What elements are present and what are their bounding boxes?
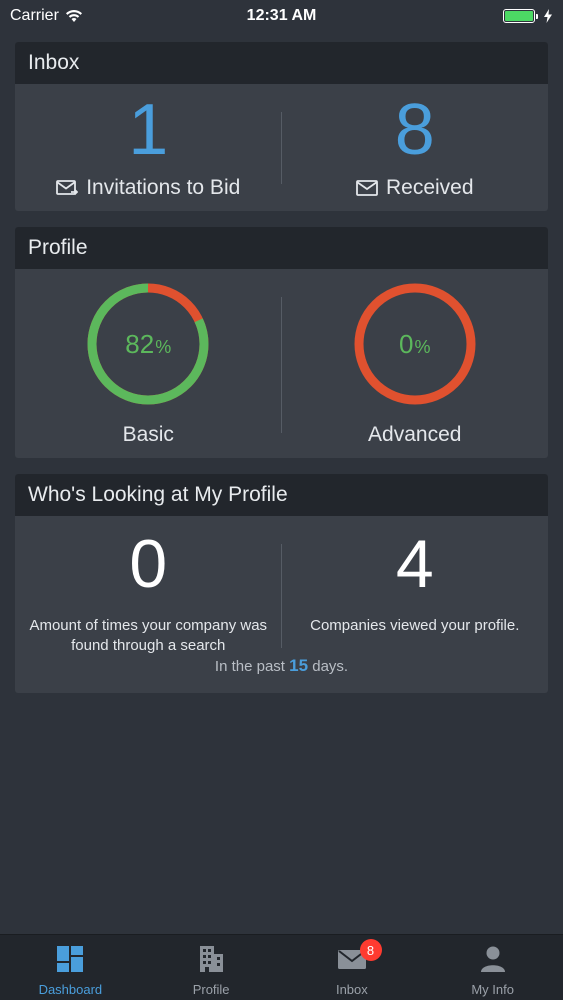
advanced-label: Advanced <box>368 423 462 446</box>
battery-icon <box>503 9 538 23</box>
time-range-prefix: In the past <box>214 658 285 675</box>
tab-inbox[interactable]: 8 Inbox <box>282 935 423 1000</box>
whos-looking-card-title: Who's Looking at My Profile <box>15 474 548 516</box>
basic-profile-column[interactable]: 82% Basic <box>15 269 282 458</box>
tab-bar: Dashboard Profile 8 Inbox My Info <box>0 934 563 1000</box>
tab-dashboard[interactable]: Dashboard <box>0 935 141 1000</box>
advanced-profile-column[interactable]: 0% Advanced <box>282 269 549 458</box>
advanced-progress-ring: 0% <box>352 281 478 407</box>
time-range-text: In the past 15 days. <box>15 656 548 676</box>
whos-looking-card: Who's Looking at My Profile 0 Amount of … <box>15 474 548 693</box>
received-label: Received <box>385 176 474 199</box>
profile-card: Profile 82% Basic 0 % Advanced <box>15 227 548 458</box>
tab-profile[interactable]: Profile <box>141 935 282 1000</box>
basic-percent-value: 82 <box>125 328 155 359</box>
dashboard-icon <box>57 946 84 972</box>
invitations-count: 1 <box>128 90 169 170</box>
dashboard-screen: Carrier 12:31 AM Inbox 1 Invitations to … <box>0 0 563 1000</box>
basic-percent: 82% <box>85 281 211 407</box>
profile-views-desc: Companies viewed your profile. <box>310 617 520 634</box>
charging-bolt-icon <box>544 9 552 23</box>
invitations-label: Invitations to Bid <box>86 176 241 199</box>
profile-views-count: 4 <box>395 526 434 602</box>
search-appearances-desc: Amount of times your company was found t… <box>29 617 268 654</box>
whos-looking-card-body: 0 Amount of times your company was found… <box>15 516 548 656</box>
tab-inbox-label: Inbox <box>335 982 368 997</box>
time-range-suffix: days. <box>312 658 349 675</box>
status-left: Carrier <box>10 7 170 25</box>
status-bar: Carrier 12:31 AM <box>0 0 563 32</box>
inbox-card-body: 1 Invitations to Bid 8 Received <box>15 84 548 211</box>
profile-card-title: Profile <box>15 227 548 269</box>
tab-my-info[interactable]: My Info <box>422 935 563 1000</box>
status-right <box>393 9 553 23</box>
advanced-percent-value: 0 <box>399 328 414 359</box>
profile-card-body: 82% Basic 0% Advanced <box>15 269 548 458</box>
mail-forward-icon <box>56 180 79 196</box>
received-column[interactable]: 8 Received <box>282 84 549 211</box>
time-range-days: 15 <box>289 656 309 675</box>
search-appearances-column[interactable]: 0 Amount of times your company was found… <box>15 516 282 656</box>
invitations-to-bid-column[interactable]: 1 Invitations to Bid <box>15 84 282 211</box>
advanced-percent: 0% <box>352 281 478 407</box>
person-icon <box>480 946 505 972</box>
inbox-unread-badge: 8 <box>359 939 382 961</box>
building-icon <box>200 946 224 972</box>
inbox-card: Inbox 1 Invitations to Bid 8 Received <box>15 42 548 211</box>
advanced-percent-unit: % <box>414 336 431 357</box>
received-label-row: Received <box>282 176 549 200</box>
tab-profile-label: Profile <box>192 982 230 997</box>
basic-percent-unit: % <box>155 336 172 357</box>
tab-my-info-label: My Info <box>471 982 514 997</box>
tab-dashboard-label: Dashboard <box>38 982 103 997</box>
inbox-card-title: Inbox <box>15 42 548 84</box>
search-appearances-count: 0 <box>129 526 168 602</box>
basic-progress-ring: 82% <box>85 281 211 407</box>
received-count: 8 <box>394 90 435 170</box>
carrier-label: Carrier <box>10 7 59 24</box>
invitations-label-row: Invitations to Bid <box>15 176 282 200</box>
mail-icon <box>356 180 378 196</box>
basic-label: Basic <box>122 423 174 446</box>
wifi-icon <box>65 10 82 22</box>
status-time: 12:31 AM <box>246 7 317 24</box>
profile-views-column[interactable]: 4 Companies viewed your profile. <box>282 516 549 656</box>
